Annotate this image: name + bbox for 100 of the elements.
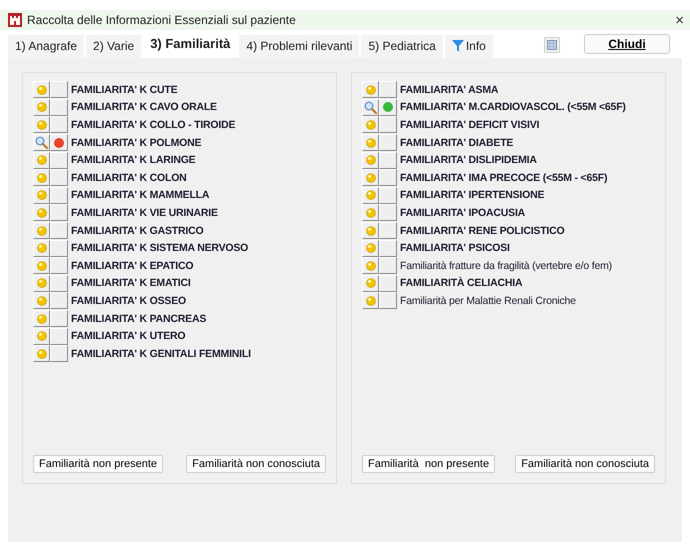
flag-button[interactable] bbox=[379, 116, 397, 134]
dot-icon bbox=[36, 314, 46, 324]
status-button[interactable] bbox=[33, 134, 50, 152]
flag-button[interactable] bbox=[50, 81, 68, 98]
flag-button[interactable] bbox=[50, 257, 68, 274]
status-button[interactable] bbox=[33, 292, 50, 310]
flag-button[interactable] bbox=[50, 274, 68, 292]
flag-button[interactable] bbox=[50, 169, 68, 186]
flag-button[interactable] bbox=[379, 274, 397, 292]
window-title: Raccolta delle Informazioni Essenziali sul paziente bbox=[27, 13, 297, 27]
option-button[interactable]: Familiarità non presente bbox=[33, 455, 164, 473]
option-button[interactable]: Familiarità non conosciuta bbox=[186, 455, 326, 473]
close-button[interactable]: Chiudi bbox=[584, 34, 670, 54]
item-label: FAMILIARITA' PSICOSI bbox=[400, 242, 510, 254]
status-button[interactable] bbox=[33, 257, 50, 274]
dot-icon bbox=[366, 208, 376, 218]
flag-button[interactable] bbox=[50, 186, 68, 204]
status-button[interactable] bbox=[362, 169, 379, 186]
dot-icon bbox=[36, 243, 46, 254]
option-button[interactable]: Familiarità non conosciuta bbox=[515, 455, 655, 473]
option-button[interactable]: Familiarità non presente bbox=[362, 455, 496, 473]
flag-button[interactable] bbox=[379, 98, 397, 116]
grid-button[interactable] bbox=[544, 37, 560, 53]
dot-icon bbox=[366, 190, 376, 200]
dot-icon bbox=[366, 120, 376, 130]
flag-button[interactable] bbox=[50, 292, 68, 310]
flag-button[interactable] bbox=[50, 116, 68, 134]
status-button[interactable] bbox=[362, 222, 379, 240]
tab[interactable]: 5) Pediatrica bbox=[361, 35, 443, 58]
flag-button[interactable] bbox=[50, 152, 68, 169]
status-button[interactable] bbox=[33, 152, 50, 169]
status-button[interactable] bbox=[33, 240, 50, 257]
flag-button[interactable] bbox=[379, 222, 397, 240]
status-button[interactable] bbox=[362, 116, 379, 134]
flag-button[interactable] bbox=[50, 134, 68, 152]
flag-button[interactable] bbox=[50, 222, 68, 240]
item-label: FAMILIARITA' K COLLO - TIROIDE bbox=[71, 118, 236, 131]
status-button[interactable] bbox=[33, 186, 50, 204]
status-button[interactable] bbox=[362, 240, 379, 257]
dot-icon bbox=[36, 260, 46, 271]
status-button[interactable] bbox=[362, 152, 379, 169]
flag-button[interactable] bbox=[379, 134, 397, 152]
tab[interactable]: 1) Anagrafe bbox=[8, 35, 84, 58]
status-button[interactable] bbox=[362, 186, 379, 204]
item-label: FAMILIARITA' IMA PRECOCE (<55M - <65F) bbox=[400, 172, 608, 184]
status-button[interactable] bbox=[33, 274, 50, 292]
status-button[interactable] bbox=[33, 116, 50, 134]
flag-button[interactable] bbox=[50, 310, 68, 328]
flag-button[interactable] bbox=[50, 345, 68, 362]
status-button[interactable] bbox=[362, 204, 379, 222]
item-label: FAMILIARITA' K CUTE bbox=[71, 84, 178, 96]
dot-icon bbox=[36, 208, 46, 218]
flag-button[interactable] bbox=[50, 328, 68, 345]
tab[interactable]: Info bbox=[444, 35, 493, 58]
status-button[interactable] bbox=[362, 81, 379, 98]
flag-button[interactable] bbox=[50, 98, 68, 116]
status-button[interactable] bbox=[362, 98, 379, 116]
status-button[interactable] bbox=[33, 81, 50, 98]
dot-icon bbox=[36, 226, 46, 236]
dot-icon bbox=[366, 84, 376, 95]
dot-icon bbox=[36, 155, 46, 166]
status-button[interactable] bbox=[33, 310, 50, 328]
status-button[interactable] bbox=[362, 257, 379, 274]
item-label: FAMILIARITA' K GENITALI FEMMINILI bbox=[71, 348, 251, 360]
status-button[interactable] bbox=[33, 204, 50, 222]
status-button[interactable] bbox=[33, 345, 50, 362]
flag-button[interactable] bbox=[50, 204, 68, 222]
dot-icon bbox=[366, 172, 376, 183]
flag-button[interactable] bbox=[379, 169, 397, 186]
status-button[interactable] bbox=[362, 292, 379, 310]
flag-button[interactable] bbox=[379, 152, 397, 169]
tab[interactable]: 2) Varie bbox=[86, 35, 142, 58]
item-label: FAMILIARITA' K PANCREAS bbox=[71, 312, 206, 325]
status-button[interactable] bbox=[33, 169, 50, 186]
dot-icon bbox=[366, 226, 376, 236]
item-label: FAMILIARITA' K EMATICI bbox=[71, 277, 191, 290]
flag-button[interactable] bbox=[379, 292, 397, 310]
status-button[interactable] bbox=[33, 98, 50, 116]
item-label: Familiarità per Malattie Renali Croniche bbox=[400, 294, 576, 307]
flag-button[interactable] bbox=[379, 257, 397, 274]
flag-button[interactable] bbox=[379, 204, 397, 222]
status-button[interactable] bbox=[362, 274, 379, 292]
status-button[interactable] bbox=[362, 134, 379, 152]
item-label: FAMILIARITA' ASMA bbox=[400, 84, 498, 96]
flag-button[interactable] bbox=[379, 240, 397, 257]
item-label: FAMILIARITA' K EPATICO bbox=[71, 260, 194, 272]
close-button[interactable]: × bbox=[675, 12, 684, 28]
dot-icon bbox=[36, 172, 46, 183]
status-button[interactable] bbox=[33, 222, 50, 240]
item-label: FAMILIARITA' K UTERO bbox=[71, 330, 186, 342]
item-label: FAMILIARITA' K LARINGE bbox=[71, 154, 196, 166]
flag-button[interactable] bbox=[379, 186, 397, 204]
flag-button[interactable] bbox=[379, 81, 397, 98]
tab[interactable]: 4) Problemi rilevanti bbox=[239, 35, 360, 58]
item-label: FAMILIARITA' K POLMONE bbox=[71, 136, 202, 149]
dot-icon bbox=[366, 278, 376, 288]
item-label: FAMILIARITA' K MAMMELLA bbox=[71, 189, 210, 202]
flag-button[interactable] bbox=[50, 240, 68, 257]
dot-icon bbox=[366, 138, 376, 148]
status-button[interactable] bbox=[33, 328, 50, 345]
